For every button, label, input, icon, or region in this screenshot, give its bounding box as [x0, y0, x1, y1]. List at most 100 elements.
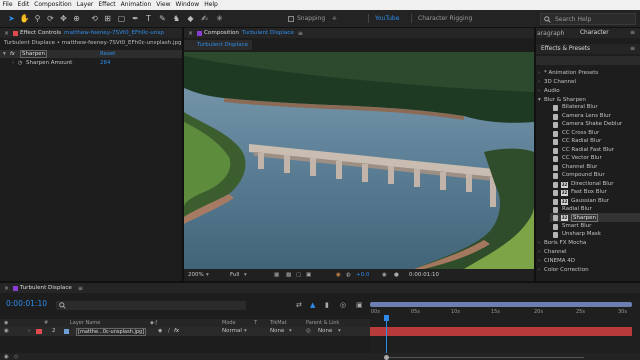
snapping-checkbox[interactable] — [288, 15, 294, 22]
workspace-youtube[interactable]: YouTube — [375, 15, 399, 22]
guides-icon[interactable]: ▣ — [306, 272, 311, 278]
category-audio[interactable]: Audio — [544, 88, 560, 94]
pickwhip-icon[interactable]: ◎ — [306, 328, 311, 334]
category-cinema4d[interactable]: CINEMA 4D — [544, 258, 575, 264]
layer-duration-bar[interactable] — [370, 327, 632, 336]
character-tab[interactable]: Character — [580, 30, 609, 36]
composition-viewer[interactable] — [184, 52, 534, 269]
timeline-timecode[interactable]: 0:00:01:10 — [6, 299, 47, 308]
timeline-tab[interactable]: Turbulent Displace — [20, 285, 72, 291]
transparency-grid-icon[interactable]: ▩ — [286, 272, 291, 278]
viewer-timecode[interactable]: 0:00:01:10 — [409, 272, 439, 278]
category-3d-channel[interactable]: 3D Channel — [544, 79, 576, 85]
category-arrow-icon[interactable]: › — [538, 267, 540, 273]
orbit-tool-icon[interactable]: ⟳ — [45, 13, 56, 24]
category-arrow-icon[interactable]: › — [538, 249, 540, 255]
menu-window[interactable]: Window — [173, 0, 202, 10]
pen-tool-icon[interactable]: ✒ — [130, 13, 141, 24]
snapshot-icon[interactable]: ◉ — [382, 272, 387, 278]
rectangle-tool-icon[interactable]: ▢ — [116, 13, 127, 24]
stopwatch-icon[interactable]: ◷ — [18, 60, 22, 66]
workspace-character-rigging[interactable]: Character Rigging — [418, 15, 472, 22]
toggle-switches-icon[interactable]: ◉ — [4, 354, 9, 360]
effect-item[interactable]: Camera Shake Deblur — [562, 121, 622, 127]
snap-options-icon[interactable]: ⎈ — [332, 15, 337, 23]
eraser-tool-icon[interactable]: ◆ — [185, 13, 196, 24]
layer-name[interactable]: [matthe...0c-unsplash.jpg] — [76, 328, 147, 336]
work-area-bar[interactable] — [370, 302, 632, 307]
effect-item[interactable]: Unsharp Mask — [562, 231, 601, 237]
effect-item[interactable]: Camera Lens Blur — [562, 113, 611, 119]
menu-layer[interactable]: Layer — [74, 0, 96, 10]
effect-item[interactable]: CC Vector Blur — [562, 155, 602, 161]
effect-name[interactable]: Sharpen — [20, 50, 47, 58]
category-arrow-icon[interactable]: › — [538, 240, 540, 246]
frame-blending-icon[interactable]: ▮ — [325, 301, 329, 309]
effects-search-field[interactable] — [536, 56, 640, 65]
param-value[interactable]: 284 — [100, 60, 111, 66]
zoom-dropdown[interactable]: 200% — [188, 272, 204, 278]
panel-menu-icon[interactable]: ≡ — [630, 29, 635, 36]
panel-menu-icon[interactable]: ≡ — [630, 45, 635, 52]
brush-tool-icon[interactable]: ✎ — [157, 13, 168, 24]
category-animation-presets[interactable]: * Animation Presets — [544, 70, 598, 76]
color-wheel-icon[interactable]: ◉ — [336, 272, 341, 278]
clone-stamp-tool-icon[interactable]: ♞ — [171, 13, 182, 24]
dolly-tool-icon[interactable]: ⊕ — [71, 13, 82, 24]
effect-item[interactable]: Directional Blur — [571, 181, 614, 187]
panel-menu-icon[interactable]: ≡ — [298, 30, 303, 37]
layer-trkmat-dropdown[interactable]: None — [270, 328, 284, 334]
timeline-layer-row[interactable]: ◉ › 2 [matthe...0c-unsplash.jpg] ◆ / fx … — [0, 327, 370, 336]
show-snapshot-icon[interactable]: ● — [394, 272, 399, 278]
composition-tab[interactable]: Composition — [204, 30, 239, 36]
expand-arrow-icon[interactable]: › — [12, 60, 14, 66]
category-arrow-icon[interactable]: › — [538, 70, 540, 76]
category-arrow-icon[interactable]: › — [538, 88, 540, 94]
panel-menu-icon[interactable]: ≡ — [78, 285, 83, 292]
effect-item[interactable]: Compound Blur — [562, 172, 605, 178]
channel-icon[interactable]: ◍ — [346, 272, 351, 278]
type-tool-icon[interactable]: T — [143, 13, 154, 24]
zoom-slider-track[interactable] — [384, 357, 584, 358]
effect-item[interactable]: Channel Blur — [562, 164, 597, 170]
menu-effect[interactable]: Effect — [96, 0, 118, 10]
region-of-interest-icon[interactable]: ▦ — [274, 272, 279, 278]
toggle-modes-icon[interactable]: ◇ — [14, 354, 18, 360]
layer-label-color[interactable] — [36, 329, 42, 334]
effect-row-sharpen[interactable]: ▾ fx Sharpen Reset — [0, 50, 182, 58]
menu-composition[interactable]: Composition — [32, 0, 74, 10]
effect-item[interactable]: CC Radial Fast Blur — [562, 147, 614, 153]
pan-behind-tool-icon[interactable]: ⊞ — [102, 13, 113, 24]
resolution-dropdown[interactable]: Full — [230, 272, 239, 278]
fx-switch-icon[interactable]: / — [168, 328, 170, 334]
search-help-field[interactable]: Search Help — [540, 13, 636, 25]
motion-blur-icon[interactable]: ◎ — [340, 301, 346, 309]
rotate-tool-icon[interactable]: ⟲ — [89, 13, 100, 24]
exposure-value[interactable]: +0.0 — [356, 272, 369, 278]
effect-item[interactable]: Smart Blur — [562, 223, 591, 229]
timeline-track-area[interactable]: 00s 05s 10s 15s 20s 25s 30s — [370, 299, 640, 360]
hand-tool-icon[interactable]: ✋ — [19, 13, 30, 24]
collapse-arrow-icon[interactable]: ▾ — [3, 51, 6, 57]
effect-item[interactable]: Gaussian Blur — [571, 198, 609, 204]
category-arrow-icon[interactable]: › — [538, 258, 540, 264]
close-icon[interactable]: × — [188, 30, 193, 37]
category-boris-fx[interactable]: Boris FX Mocha — [544, 240, 586, 246]
effect-item[interactable]: Bilateral Blur — [562, 104, 598, 110]
menu-file[interactable]: File — [0, 0, 15, 10]
effect-item-selected[interactable]: Sharpen — [571, 214, 598, 222]
visibility-eye-icon[interactable]: ◉ — [4, 328, 9, 334]
category-arrow-icon[interactable]: › — [538, 79, 540, 85]
menu-animation[interactable]: Animation — [118, 0, 154, 10]
close-icon[interactable]: × — [4, 30, 9, 37]
layer-mode-dropdown[interactable]: Normal — [222, 328, 242, 334]
effect-controls-tab[interactable]: Effect Controls — [20, 30, 61, 36]
reset-button[interactable]: Reset — [100, 51, 115, 57]
fx-switch-icon[interactable]: fx — [174, 328, 179, 334]
puppet-pin-tool-icon[interactable]: ✳ — [214, 13, 225, 24]
effect-item[interactable]: CC Cross Blur — [562, 130, 599, 136]
zoom-slider-thumb[interactable] — [384, 355, 389, 360]
draft-3d-icon[interactable]: ⇄ — [296, 301, 302, 309]
shy-layers-icon[interactable]: ▲ — [310, 301, 315, 309]
category-blur-sharpen[interactable]: Blur & Sharpen — [544, 97, 586, 103]
